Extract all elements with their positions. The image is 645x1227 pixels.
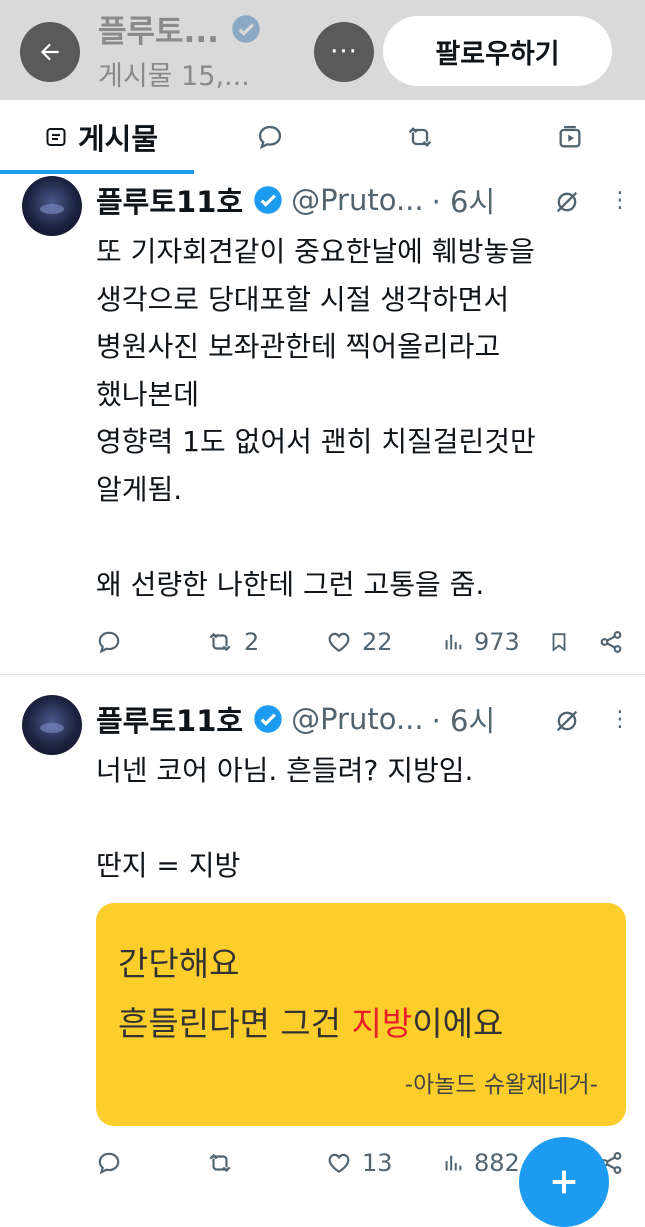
like-count: 22 — [362, 628, 393, 656]
author-handle[interactable]: @Pruto... — [291, 183, 424, 217]
tweet-time: · 6시 — [431, 185, 496, 219]
grok-slash-icon[interactable] — [553, 188, 581, 216]
like-icon — [328, 1153, 350, 1173]
verified-badge — [253, 185, 283, 215]
tweet-time: · 6시 — [431, 704, 496, 738]
view-count: 973 — [474, 628, 520, 656]
retweet-button[interactable] — [206, 1145, 234, 1181]
header-title: 플루토... — [98, 14, 219, 50]
like-count: 13 — [362, 1149, 393, 1177]
tab-posts[interactable]: 게시물 — [28, 100, 174, 174]
bookmark-icon — [552, 633, 566, 652]
reply-button[interactable] — [96, 624, 122, 660]
image-text-line2: 흔들린다면 그건 지방이에요 — [118, 997, 503, 1045]
verified-badge-icon — [254, 705, 282, 733]
more-button[interactable]: ··· — [314, 22, 374, 82]
tweet[interactable]: 플루토11호 @Pruto... · 6시 ⋮ 또 기자회견같이 중요한날에 훼… — [0, 174, 645, 675]
media-icon — [559, 125, 581, 148]
share-icon — [600, 631, 622, 653]
reply-icon — [98, 1152, 120, 1175]
tweet-more-icon[interactable]: ⋮ — [609, 707, 631, 732]
tab-media[interactable] — [540, 100, 600, 174]
tab-posts-label: 게시물 — [77, 122, 159, 156]
reply-icon — [258, 125, 282, 150]
avatar[interactable] — [22, 176, 82, 236]
image-text-line1: 간단해요 — [118, 944, 240, 983]
image-text-line2-pre: 흔들린다면 그건 — [118, 1004, 352, 1043]
reply-icon — [98, 631, 120, 654]
retweet-count: 2 — [244, 628, 260, 656]
bookmark-button[interactable] — [548, 624, 570, 660]
profile-name-header: 플루토... — [98, 6, 261, 51]
back-button[interactable] — [20, 22, 80, 82]
profile-header: 플루토... 게시물 15,... ··· 팔로우하기 — [0, 0, 645, 100]
back-arrow-icon — [40, 43, 59, 61]
author-name[interactable]: 플루토11호 — [96, 698, 243, 740]
tweet-text: 너넨 코어 아님. 흔들려? 지방임. 딴지 = 지방 — [96, 754, 474, 882]
reply-button[interactable] — [96, 1145, 122, 1181]
post-count: 게시물 15,... — [98, 61, 250, 92]
views-icon — [445, 634, 462, 650]
plus-icon — [552, 1170, 576, 1194]
tweet[interactable]: 플루토11호 @Pruto... · 6시 ⋮ 너넨 코어 아님. 흔들려? 지… — [0, 675, 645, 1199]
retweet-icon — [209, 1153, 231, 1173]
tab-reposts[interactable] — [390, 100, 450, 174]
views-icon — [445, 1155, 462, 1171]
view-count: 882 — [474, 1149, 520, 1177]
verified-badge — [253, 704, 283, 734]
like-icon — [328, 632, 350, 652]
verified-badge-icon — [232, 14, 260, 43]
retweet-icon — [209, 632, 231, 652]
more-icon: ··· — [330, 37, 358, 67]
image-text-highlight: 지방 — [351, 1004, 413, 1043]
tweet-meta: 플루토11호 @Pruto... · 6시 — [96, 178, 495, 222]
grok-slash-icon[interactable] — [553, 707, 581, 735]
like-button[interactable]: 22 — [326, 624, 393, 660]
profile-tabs: 게시물 — [0, 100, 645, 175]
author-name[interactable]: 플루토11호 — [96, 179, 243, 221]
share-button[interactable] — [598, 624, 624, 660]
retweet-icon — [408, 127, 432, 147]
verified-badge-icon — [254, 186, 282, 214]
retweet-button[interactable]: 2 — [206, 624, 259, 660]
posts-icon — [46, 128, 66, 146]
tab-replies[interactable] — [240, 100, 300, 174]
compose-button[interactable] — [519, 1137, 609, 1227]
tweet-actions: 2 22 973 — [96, 624, 631, 660]
tweet-image[interactable]: 간단해요 흔들린다면 그건 지방이에요 -아놀드 슈왈제네거- — [96, 903, 626, 1126]
avatar[interactable] — [22, 695, 82, 755]
views-button[interactable]: 882 — [442, 1145, 520, 1181]
tweet-more-icon[interactable]: ⋮ — [609, 188, 631, 213]
views-button[interactable]: 973 — [442, 624, 520, 660]
follow-button[interactable]: 팔로우하기 — [383, 16, 612, 86]
tweet-meta: 플루토11호 @Pruto... · 6시 — [96, 697, 495, 741]
author-handle[interactable]: @Pruto... — [291, 702, 424, 736]
image-text-line2-post: 이에요 — [412, 1004, 504, 1043]
like-button[interactable]: 13 — [326, 1145, 393, 1181]
tweet-text: 또 기자회견같이 중요한날에 훼방놓을 생각으로 당대포할 시절 생각하면서 병… — [96, 235, 536, 601]
image-credit: -아놀드 슈왈제네거- — [404, 1072, 598, 1098]
